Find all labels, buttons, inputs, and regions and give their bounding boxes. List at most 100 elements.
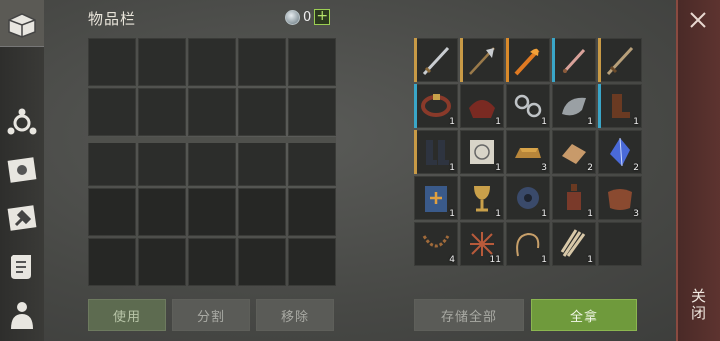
inventory-slot[interactable] bbox=[238, 188, 286, 236]
inventory-divider bbox=[88, 137, 336, 143]
inventory-slot[interactable] bbox=[238, 138, 286, 186]
currency-amount: 0 bbox=[303, 9, 312, 25]
quest-scroll-icon[interactable] bbox=[4, 248, 40, 284]
remove-button[interactable]: 移除 bbox=[256, 299, 334, 331]
item-quantity: 1 bbox=[633, 117, 639, 127]
split-button[interactable]: 分割 bbox=[172, 299, 250, 331]
item-quantity: 1 bbox=[449, 209, 455, 219]
dagger-icon bbox=[562, 48, 586, 74]
inventory-slot[interactable] bbox=[188, 88, 236, 136]
loot-slot[interactable]: 11 bbox=[460, 222, 504, 266]
loot-slot[interactable]: 1 bbox=[460, 130, 504, 174]
item-quantity: 3 bbox=[633, 209, 639, 219]
inventory-slot[interactable] bbox=[138, 38, 186, 86]
loot-slot[interactable] bbox=[460, 38, 504, 82]
loot-slot[interactable]: 1 bbox=[598, 84, 642, 128]
loot-slot[interactable] bbox=[552, 38, 596, 82]
rarity-strip bbox=[414, 38, 417, 82]
loot-slot[interactable]: 1 bbox=[506, 222, 550, 266]
build-hammer-icon[interactable] bbox=[4, 200, 40, 236]
inventory-slot[interactable] bbox=[238, 38, 286, 86]
inventory-slot[interactable] bbox=[88, 38, 136, 86]
item-quantity: 2 bbox=[587, 163, 593, 173]
inventory-slot[interactable] bbox=[188, 38, 236, 86]
loot-slot[interactable]: 4 bbox=[414, 222, 458, 266]
rarity-strip bbox=[414, 130, 417, 174]
loot-slot[interactable]: 1 bbox=[460, 84, 504, 128]
inventory-slot[interactable] bbox=[138, 238, 186, 286]
loot-slot[interactable]: 3 bbox=[598, 176, 642, 220]
loot-slot[interactable]: 1 bbox=[460, 176, 504, 220]
item-quantity: 1 bbox=[541, 117, 547, 127]
loot-slot[interactable]: 2 bbox=[552, 130, 596, 174]
inventory-slot[interactable] bbox=[238, 238, 286, 286]
inventory-slot[interactable] bbox=[188, 238, 236, 286]
inventory-slot[interactable] bbox=[138, 88, 186, 136]
item-quantity: 11 bbox=[489, 255, 501, 265]
loot-grid: 1 1 1 1 1 1 1 3 2 2 1 1 1 1 3 4 11 1 1 bbox=[414, 38, 642, 266]
inventory-slot[interactable] bbox=[288, 88, 336, 136]
inventory-slot[interactable] bbox=[238, 88, 286, 136]
item-quantity: 1 bbox=[495, 209, 501, 219]
loot-slot[interactable]: 1 bbox=[414, 84, 458, 128]
loot-slot[interactable]: 1 bbox=[552, 222, 596, 266]
loot-slot[interactable] bbox=[598, 38, 642, 82]
rarity-strip bbox=[506, 38, 509, 82]
loot-slot[interactable] bbox=[414, 38, 458, 82]
close-icon[interactable] bbox=[688, 10, 708, 30]
flame-blade-icon bbox=[514, 48, 540, 76]
inventory-slot[interactable] bbox=[88, 88, 136, 136]
inventory-slot[interactable] bbox=[88, 238, 136, 286]
loot-slot[interactable]: 1 bbox=[552, 84, 596, 128]
crafting-icon[interactable] bbox=[4, 104, 40, 140]
inventory-slot[interactable] bbox=[188, 188, 236, 236]
longsword-icon bbox=[606, 46, 634, 76]
item-quantity: 1 bbox=[449, 117, 455, 127]
rarity-strip bbox=[598, 38, 601, 82]
inventory-slot[interactable] bbox=[188, 138, 236, 186]
add-currency-button[interactable]: + bbox=[314, 9, 331, 25]
item-quantity: 1 bbox=[541, 255, 547, 265]
inventory-slot[interactable] bbox=[288, 38, 336, 86]
item-quantity: 1 bbox=[449, 163, 455, 173]
chest-icon[interactable] bbox=[4, 5, 40, 41]
loot-slot[interactable]: 1 bbox=[506, 84, 550, 128]
character-icon[interactable] bbox=[4, 296, 40, 332]
currency-display: 0 + bbox=[285, 9, 331, 25]
loot-slot[interactable]: 1 bbox=[506, 176, 550, 220]
rarity-strip bbox=[460, 38, 463, 82]
item-quantity: 1 bbox=[495, 117, 501, 127]
inventory-title: 物品栏 bbox=[88, 10, 137, 28]
item-quantity: 1 bbox=[541, 209, 547, 219]
item-quantity: 1 bbox=[587, 117, 593, 127]
item-quantity: 1 bbox=[587, 209, 593, 219]
rarity-strip bbox=[414, 84, 417, 128]
store-all-button[interactable]: 存储全部 bbox=[414, 299, 524, 331]
halberd-icon bbox=[469, 47, 495, 75]
inventory-slot[interactable] bbox=[288, 238, 336, 286]
inventory-slot[interactable] bbox=[138, 138, 186, 186]
loot-slot[interactable]: 1 bbox=[552, 176, 596, 220]
sword-icon bbox=[422, 46, 450, 76]
loot-slot[interactable]: 3 bbox=[506, 130, 550, 174]
loot-slot[interactable]: 2 bbox=[598, 130, 642, 174]
inventory-grid bbox=[88, 38, 336, 286]
loot-slot[interactable] bbox=[598, 222, 642, 266]
item-quantity: 3 bbox=[541, 163, 547, 173]
loot-slot[interactable]: 1 bbox=[414, 176, 458, 220]
item-quantity: 4 bbox=[449, 255, 455, 265]
use-button[interactable]: 使用 bbox=[88, 299, 166, 331]
item-quantity: 1 bbox=[495, 163, 501, 173]
inventory-slot[interactable] bbox=[288, 188, 336, 236]
rarity-strip bbox=[552, 38, 555, 82]
inventory-slot[interactable] bbox=[88, 188, 136, 236]
inventory-slot[interactable] bbox=[288, 138, 336, 186]
map-sun-icon[interactable] bbox=[4, 152, 40, 188]
inventory-slot[interactable] bbox=[88, 138, 136, 186]
loot-slot[interactable] bbox=[506, 38, 550, 82]
loot-slot[interactable]: 1 bbox=[414, 130, 458, 174]
take-all-button[interactable]: 全拿 bbox=[531, 299, 637, 331]
close-button-label[interactable]: 关闭 bbox=[687, 288, 709, 322]
inventory-slot[interactable] bbox=[138, 188, 186, 236]
silver-coin-icon bbox=[285, 9, 300, 25]
